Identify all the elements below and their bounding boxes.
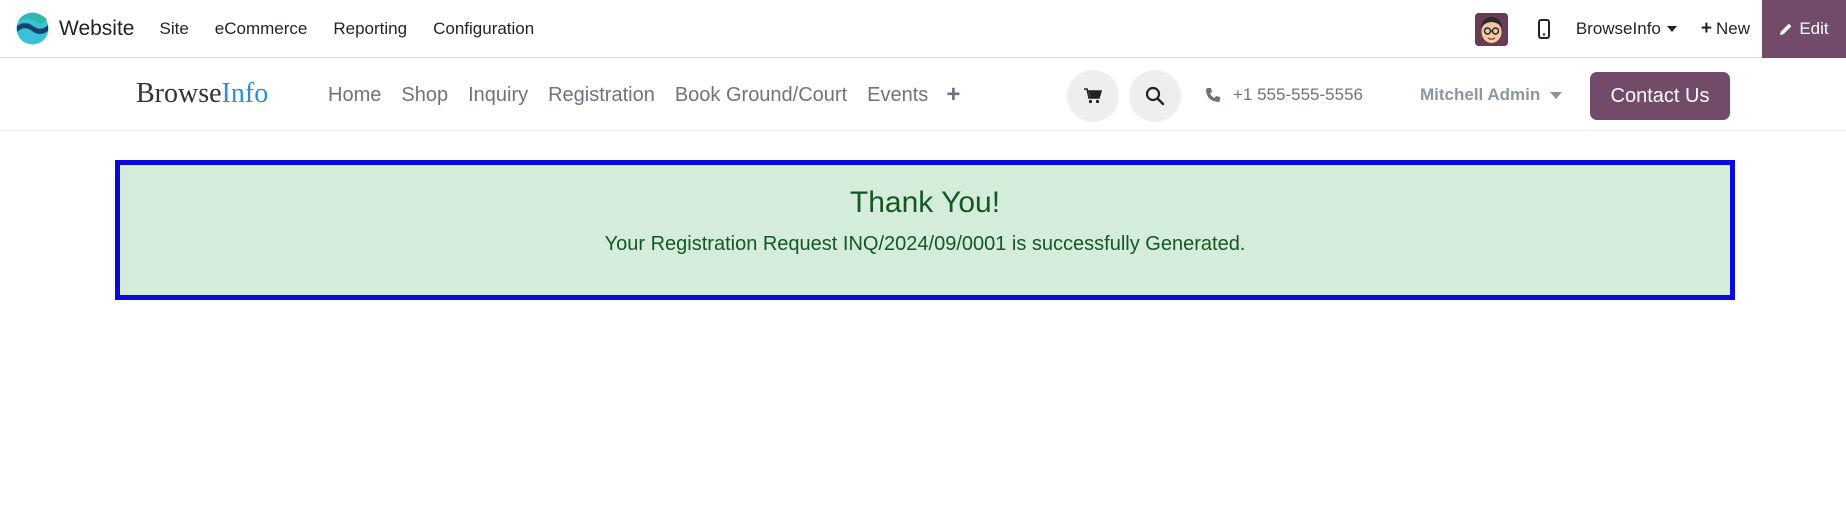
edit-button-label: Edit	[1799, 19, 1829, 38]
avatar-face-icon	[1474, 12, 1508, 46]
nav-registration[interactable]: Registration	[538, 84, 665, 107]
menu-configuration[interactable]: Configuration	[420, 0, 547, 58]
user-name: Mitchell Admin	[1420, 85, 1541, 104]
phone-contact[interactable]: +1 555-555-5556	[1205, 59, 1363, 131]
add-menu-icon[interactable]: +	[946, 81, 960, 109]
top-right-actions: BrowseInfo + New Edit	[1474, 0, 1846, 58]
edit-button[interactable]: Edit	[1762, 0, 1846, 58]
user-menu-dropdown[interactable]: Mitchell Admin	[1420, 59, 1563, 131]
top-menu: Site eCommerce Reporting Configuration	[146, 0, 547, 58]
menu-site[interactable]: Site	[146, 0, 201, 58]
search-button[interactable]	[1129, 70, 1181, 122]
new-button[interactable]: + New	[1701, 18, 1750, 40]
website-switcher-dropdown[interactable]: BrowseInfo	[1576, 19, 1677, 39]
pencil-icon	[1780, 23, 1792, 35]
confirmation-message: Your Registration Request INQ/2024/09/00…	[604, 233, 1246, 255]
user-avatar[interactable]	[1474, 12, 1508, 46]
phone-icon	[1206, 88, 1220, 102]
shopping-cart-icon	[1084, 88, 1102, 104]
site-navigation: Home Shop Inquiry Registration Book Grou…	[318, 59, 960, 131]
website-header: BrowseInfo Home Shop Inquiry Registratio…	[0, 59, 1846, 131]
cart-button[interactable]	[1067, 70, 1119, 122]
nav-shop[interactable]: Shop	[391, 84, 458, 107]
app-name: Website	[59, 16, 135, 40]
new-button-label: New	[1715, 19, 1750, 38]
admin-top-bar: Website Site eCommerce Reporting Configu…	[0, 0, 1846, 58]
nav-home[interactable]: Home	[318, 84, 391, 107]
chevron-down-icon	[1666, 26, 1677, 32]
app-brand[interactable]: Website	[16, 0, 134, 58]
chevron-down-icon	[1550, 91, 1563, 99]
website-app-icon	[16, 12, 49, 45]
thank-you-title: Thank You!	[849, 186, 1001, 219]
registration-confirmation-box: Thank You! Your Registration Request INQ…	[115, 160, 1735, 300]
site-logo-part1: Browse	[136, 78, 222, 109]
phone-number: +1 555-555-5556	[1233, 85, 1363, 104]
plus-icon: +	[1700, 18, 1712, 39]
mobile-preview-icon[interactable]	[1534, 17, 1554, 41]
nav-events[interactable]: Events	[857, 84, 938, 107]
search-icon	[1145, 86, 1165, 106]
menu-ecommerce[interactable]: eCommerce	[202, 0, 321, 58]
website-switcher-label: BrowseInfo	[1575, 19, 1661, 38]
contact-us-button[interactable]: Contact Us	[1590, 72, 1730, 120]
site-logo[interactable]: BrowseInfo	[136, 77, 268, 111]
site-logo-part2: Info	[221, 78, 269, 109]
nav-book-ground-court[interactable]: Book Ground/Court	[665, 84, 857, 107]
nav-inquiry[interactable]: Inquiry	[458, 84, 538, 107]
menu-reporting[interactable]: Reporting	[320, 0, 420, 58]
